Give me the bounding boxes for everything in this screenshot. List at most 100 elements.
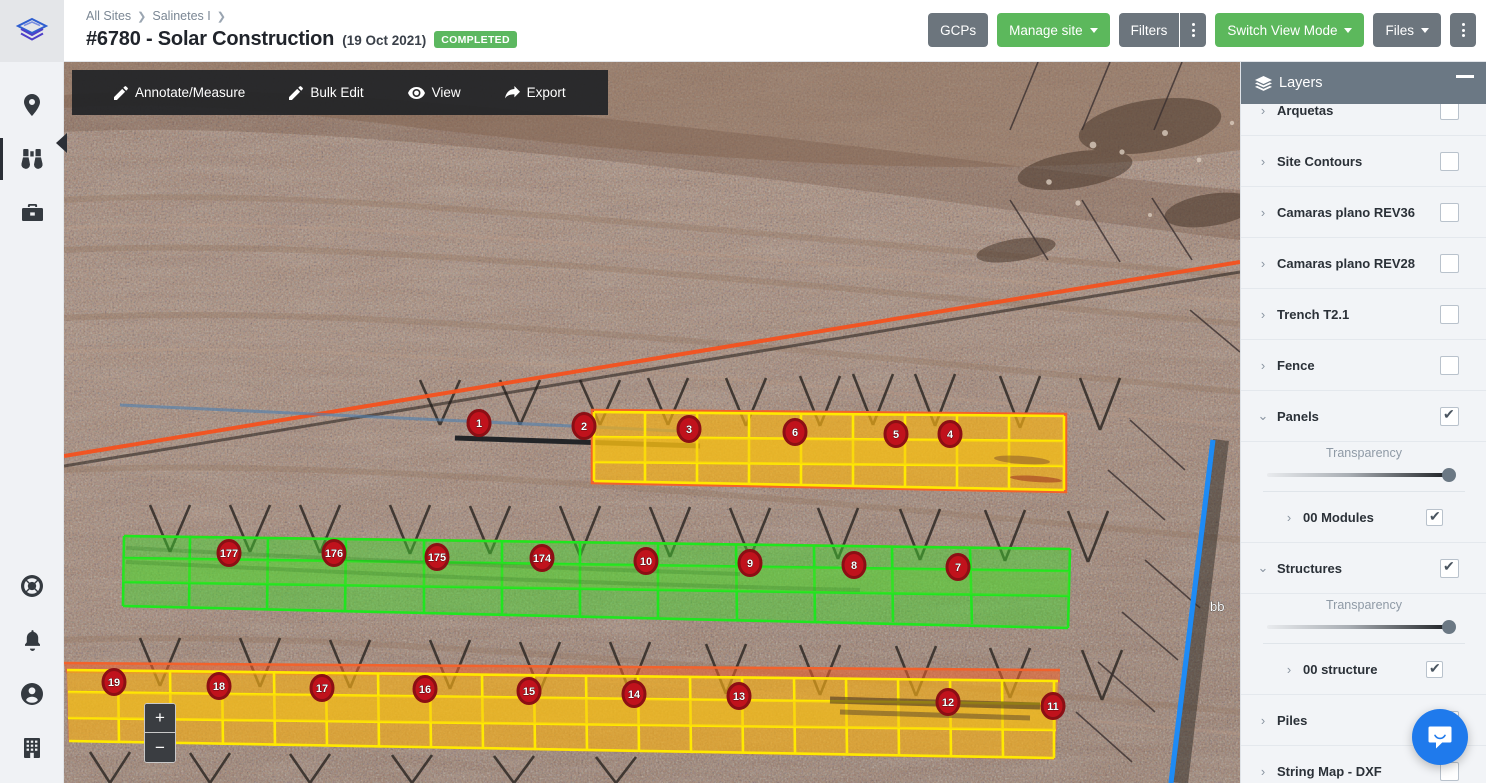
- chevron-right-icon[interactable]: ›: [1281, 662, 1297, 677]
- filters-button[interactable]: Filters: [1118, 13, 1180, 47]
- view-tool[interactable]: View: [386, 85, 483, 100]
- chevron-right-icon[interactable]: ›: [1255, 764, 1271, 779]
- bulk-edit-label: Bulk Edit: [310, 85, 364, 100]
- map-marker-label: 12: [942, 697, 954, 709]
- chevron-right-icon[interactable]: ›: [1255, 205, 1271, 220]
- chevron-down-icon[interactable]: ⌄: [1255, 408, 1271, 424]
- breadcrumb-item-all-sites[interactable]: All Sites: [86, 9, 131, 23]
- chevron-right-icon[interactable]: ›: [1255, 104, 1271, 118]
- chevron-right-icon[interactable]: ›: [1255, 307, 1271, 322]
- switch-view-mode-button[interactable]: Switch View Mode: [1215, 13, 1365, 47]
- map-marker[interactable]: 176: [321, 539, 347, 567]
- layer-name: String Map - DXF: [1277, 763, 1382, 779]
- map-marker[interactable]: 3: [676, 415, 702, 443]
- layer-visibility-checkbox[interactable]: [1440, 254, 1459, 273]
- layer-row[interactable]: › Fence: [1241, 340, 1486, 391]
- app-logo[interactable]: [0, 0, 64, 62]
- layer-row[interactable]: › Site Contours: [1241, 136, 1486, 187]
- map-marker[interactable]: 17: [309, 674, 335, 702]
- chevron-down-icon[interactable]: ⌄: [1255, 560, 1271, 576]
- map-marker[interactable]: 6: [782, 418, 808, 446]
- map-marker[interactable]: 18: [206, 672, 232, 700]
- sidebar-item-locations[interactable]: [0, 78, 64, 132]
- map-marker[interactable]: 175: [424, 543, 450, 571]
- breadcrumb-separator-icon: ❯: [216, 10, 226, 23]
- breadcrumb: All Sites ❯ Salinetes I ❯ #6780 - Solar …: [86, 5, 517, 51]
- map-marker[interactable]: 11: [1040, 692, 1066, 720]
- map-marker[interactable]: 7: [945, 553, 971, 581]
- sidebar-item-organization[interactable]: [0, 721, 64, 775]
- layer-row[interactable]: ⌄ Panels: [1241, 391, 1486, 442]
- layer-row[interactable]: ⌄ Structures: [1241, 543, 1486, 594]
- map-marker[interactable]: 10: [633, 547, 659, 575]
- collapse-left-arrow-icon[interactable]: [56, 133, 67, 153]
- sidebar-item-help[interactable]: [0, 559, 64, 613]
- map-marker[interactable]: 16: [412, 675, 438, 703]
- map-marker[interactable]: 12: [935, 688, 961, 716]
- manage-site-label: Manage site: [1009, 22, 1083, 38]
- intercom-chat-button[interactable]: [1412, 709, 1468, 765]
- transparency-slider[interactable]: [1267, 620, 1456, 634]
- map-marker[interactable]: 174: [529, 544, 555, 572]
- manage-site-button[interactable]: Manage site: [997, 13, 1110, 47]
- map-viewport[interactable]: bb 1 2 3 6 5 4 177 176 175 174 10 9 8 7 …: [64, 62, 1240, 783]
- map-marker[interactable]: 9: [737, 549, 763, 577]
- chevron-down-icon: [1344, 27, 1353, 33]
- layer-row[interactable]: › Camaras plano REV28: [1241, 238, 1486, 289]
- map-pin-icon: [24, 94, 40, 116]
- sidebar-item-notifications[interactable]: [0, 613, 64, 667]
- chevron-right-icon[interactable]: ›: [1255, 154, 1271, 169]
- minimize-icon[interactable]: [1456, 75, 1474, 78]
- layer-visibility-checkbox[interactable]: [1426, 508, 1443, 526]
- layer-visibility-checkbox[interactable]: [1440, 104, 1459, 120]
- breadcrumb-separator-icon: ❯: [137, 10, 147, 23]
- layer-visibility-checkbox[interactable]: [1440, 356, 1459, 375]
- transparency-slider[interactable]: [1267, 468, 1456, 482]
- sidebar-item-toolbox[interactable]: [0, 186, 64, 240]
- gcps-button[interactable]: GCPs: [928, 13, 989, 47]
- chevron-right-icon[interactable]: ›: [1255, 358, 1271, 373]
- transparency-slider-handle[interactable]: [1442, 468, 1456, 482]
- bulk-edit-tool[interactable]: Bulk Edit: [267, 85, 385, 100]
- layer-visibility-checkbox[interactable]: [1440, 305, 1459, 324]
- layer-visibility-checkbox[interactable]: [1440, 406, 1459, 426]
- layer-visibility-checkbox[interactable]: [1440, 558, 1459, 578]
- chevron-right-icon[interactable]: ›: [1255, 256, 1271, 271]
- layer-visibility-checkbox[interactable]: [1426, 660, 1443, 678]
- map-marker[interactable]: 2: [571, 412, 597, 440]
- map-marker[interactable]: 4: [937, 420, 963, 448]
- layer-row[interactable]: › Trench T2.1: [1241, 289, 1486, 340]
- map-marker[interactable]: 1: [466, 409, 492, 437]
- map-marker[interactable]: 14: [621, 680, 647, 708]
- map-marker[interactable]: 8: [841, 551, 867, 579]
- export-tool[interactable]: Export: [483, 85, 588, 100]
- sidebar-item-inspect[interactable]: [0, 132, 64, 186]
- map-marker[interactable]: 15: [516, 677, 542, 705]
- map-canvas[interactable]: bb 1 2 3 6 5 4177 176 175 174 10 9 8 719…: [64, 62, 1240, 783]
- map-marker-label: 16: [419, 684, 431, 696]
- filters-menu-button[interactable]: [1180, 13, 1207, 47]
- chevron-right-icon[interactable]: ›: [1281, 510, 1297, 525]
- breadcrumb-item-site[interactable]: Salinetes I: [152, 9, 210, 23]
- panel-row-top[interactable]: [590, 408, 1068, 494]
- map-marker[interactable]: 19: [101, 668, 127, 696]
- layer-visibility-checkbox[interactable]: [1440, 152, 1459, 171]
- annotate-measure-tool[interactable]: Annotate/Measure: [92, 85, 267, 100]
- layer-row[interactable]: › Arquetas: [1241, 104, 1486, 136]
- layer-row[interactable]: › 00 Modules: [1241, 492, 1486, 543]
- layer-visibility-checkbox[interactable]: [1440, 203, 1459, 222]
- overflow-menu-button[interactable]: [1450, 13, 1476, 47]
- layer-row[interactable]: › 00 structure: [1241, 644, 1486, 695]
- layers-list-scroll[interactable]: › Arquetas › Site Contours › Camaras plano RE…: [1241, 104, 1486, 783]
- zoom-out-button[interactable]: −: [145, 733, 175, 762]
- zoom-in-button[interactable]: +: [145, 704, 175, 733]
- files-button[interactable]: Files: [1373, 13, 1441, 47]
- chevron-right-icon[interactable]: ›: [1255, 713, 1271, 728]
- transparency-slider-handle[interactable]: [1442, 620, 1456, 634]
- map-marker[interactable]: 13: [726, 682, 752, 710]
- map-marker-label: 174: [533, 553, 552, 565]
- map-marker[interactable]: 5: [883, 420, 909, 448]
- map-marker[interactable]: 177: [216, 539, 242, 567]
- layer-row[interactable]: › Camaras plano REV36: [1241, 187, 1486, 238]
- sidebar-item-account[interactable]: [0, 667, 64, 721]
